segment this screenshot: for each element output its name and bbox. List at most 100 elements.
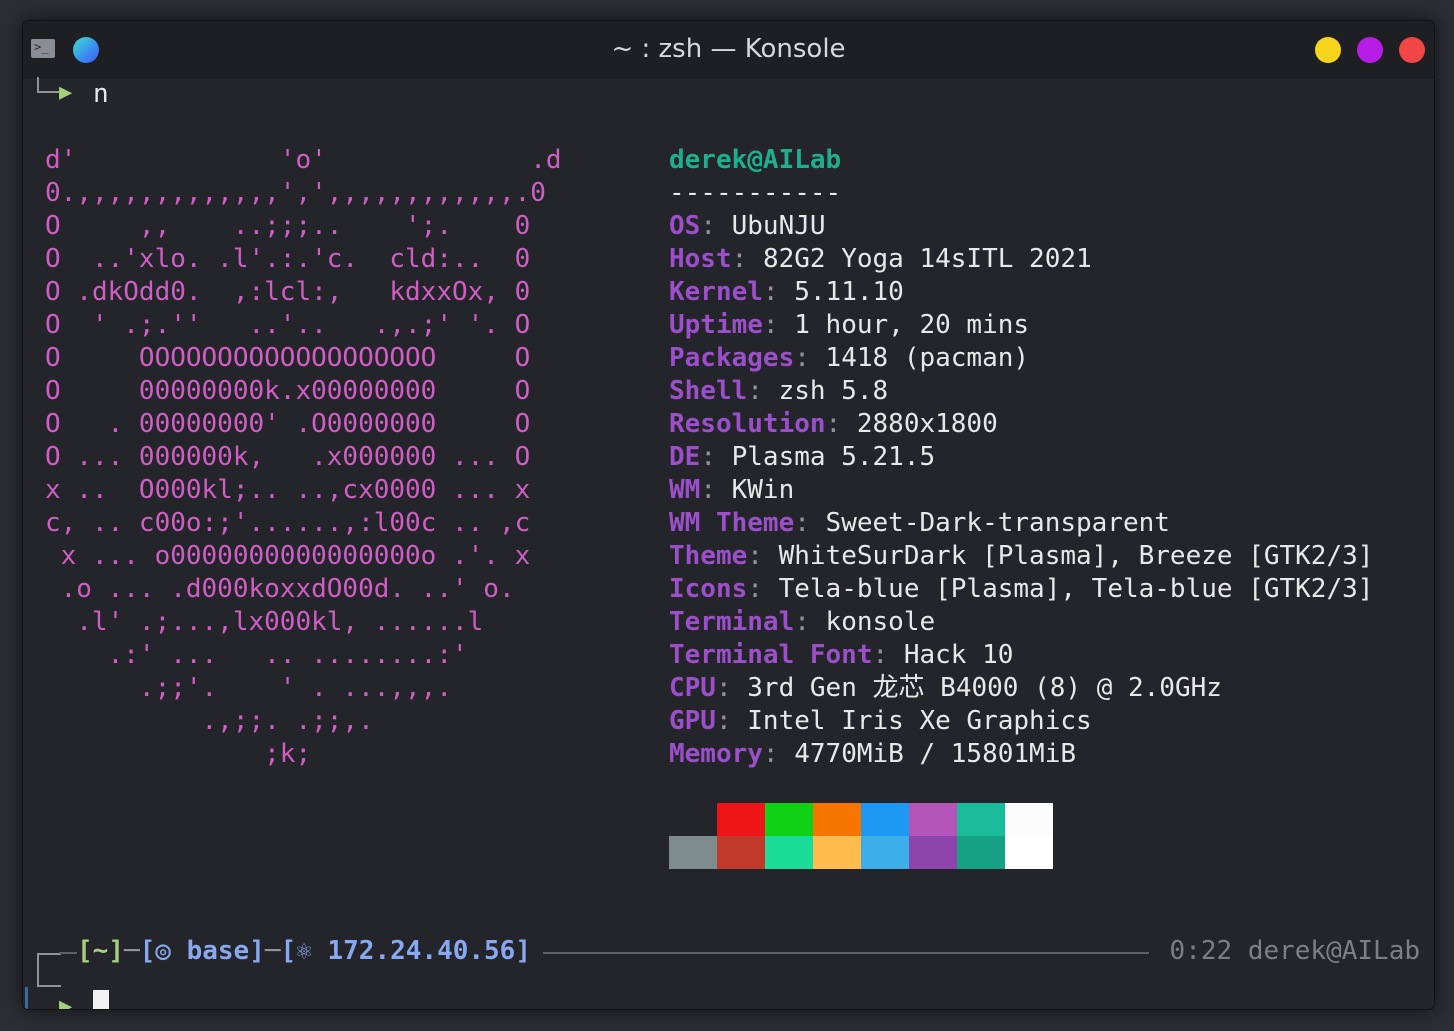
- info-value: 1 hour, 20 mins: [794, 310, 1030, 340]
- ascii-logo-line: O ..'xlo. .l'.:.'c. cld:.. 0: [45, 244, 531, 274]
- color-swatch: [1005, 803, 1053, 836]
- info-key: Kernel: [669, 277, 763, 307]
- title-bar[interactable]: >_ ~ : zsh — Konsole: [23, 21, 1434, 78]
- info-row: Uptime: 1 hour, 20 mins: [669, 310, 1030, 340]
- info-key: Resolution: [669, 409, 826, 439]
- ascii-logo-line: x .. O000kl;.. ..,cx0000 ... x: [45, 475, 531, 505]
- info-key: Icons: [669, 574, 748, 604]
- info-row: Theme: WhiteSurDark [Plasma], Breeze [GT…: [669, 541, 1374, 571]
- info-value: KWin: [731, 475, 795, 505]
- info-value: 2880x1800: [856, 409, 998, 439]
- window-title: ~ : zsh — Konsole: [611, 34, 846, 64]
- info-key: Memory: [669, 739, 763, 769]
- env-text: base: [186, 936, 250, 966]
- info-row: Terminal Font: Hack 10: [669, 640, 1014, 670]
- info-row: Icons: Tela-blue [Plasma], Tela-blue [GT…: [669, 574, 1374, 604]
- dir-text: ~: [92, 936, 109, 966]
- info-row: Shell: zsh 5.8: [669, 376, 889, 406]
- ascii-logo-line: O ... 000000k, .x000000 ... O: [45, 442, 531, 472]
- ascii-logo-line: O .dkOdd0. ,:lcl:, kdxxOx, 0: [45, 277, 531, 307]
- color-swatch: [669, 836, 717, 869]
- env-segment: [◎ base]: [139, 936, 265, 966]
- color-swatch: [909, 803, 957, 836]
- info-value: 5.11.10: [794, 277, 904, 307]
- prompt-corner-bottom: [37, 953, 61, 987]
- ascii-logo-line: .:' ... .. ........:': [45, 640, 468, 670]
- ascii-logo-line: c, .. c00o:;'......,:l00c .. ,c: [45, 508, 531, 538]
- color-swatch: [813, 803, 861, 836]
- conda-icon: ◎: [155, 936, 171, 966]
- info-row: Host: 82G2 Yoga 14sITL 2021: [669, 244, 1092, 274]
- prompt-segments: [~]─[◎ base]─[⚛ 172.24.40.56]: [77, 936, 531, 966]
- info-value: konsole: [825, 607, 936, 637]
- info-value: WhiteSurDark [Plasma], Breeze [GTK2/3]: [778, 541, 1374, 571]
- info-key: OS: [669, 211, 701, 241]
- color-swatch: [909, 836, 957, 869]
- info-separator: -----------: [669, 178, 842, 208]
- ascii-logo-line: ;k;: [45, 739, 312, 769]
- ascii-logo-line: O ' .;.'' ..'.. .,.;' '. O: [45, 310, 531, 340]
- info-value: UbuNJU: [731, 211, 826, 241]
- info-value: Tela-blue [Plasma], Tela-blue [GTK2/3]: [778, 574, 1374, 604]
- terminal-area[interactable]: ▶ n d' 'o' .d 0.,,,,,,,,,,,,,',',,,,,,,,,…: [23, 77, 1434, 1009]
- info-key: CPU: [669, 673, 716, 703]
- color-swatch: [717, 803, 765, 836]
- color-swatch: [717, 836, 765, 869]
- ascii-logo-line: .,;;. .;;,.: [45, 706, 374, 736]
- info-row: DE: Plasma 5.21.5: [669, 442, 936, 472]
- prompt-rule-right: [543, 952, 1149, 954]
- maximize-button[interactable]: [1357, 37, 1383, 63]
- info-value: zsh 5.8: [778, 376, 889, 406]
- info-key: WM: [669, 475, 701, 505]
- prompt-arrow-icon: ▶: [59, 80, 73, 105]
- info-row: WM: KWin: [669, 475, 795, 505]
- color-swatch: [765, 836, 813, 869]
- info-row: Resolution: 2880x1800: [669, 409, 998, 439]
- network-icon: ⚛: [296, 936, 312, 966]
- prompt-rule-left: [59, 952, 77, 954]
- text-cursor[interactable]: [93, 990, 109, 1009]
- info-value: 1418 (pacman): [825, 343, 1030, 373]
- info-value: 4770MiB / 15801MiB: [794, 739, 1076, 769]
- color-swatch: [669, 803, 717, 836]
- ascii-logo-line: O ,, ..;;;.. ';. 0: [45, 211, 531, 241]
- info-row: CPU: 3rd Gen 龙芯 B4000 (8) @ 2.0GHz: [669, 673, 1222, 703]
- ascii-logo-line: O OOOOOOOOOOOOOOOOOOO O: [45, 343, 531, 373]
- konsole-window: >_ ~ : zsh — Konsole ▶ n d' 'o' .d 0.,,,,…: [22, 20, 1435, 1010]
- prompt-input-arrow-icon: ▶: [59, 994, 73, 1010]
- info-row: GPU: Intel Iris Xe Graphics: [669, 706, 1092, 736]
- minimize-button[interactable]: [1315, 37, 1341, 63]
- ascii-logo-line: 0.,,,,,,,,,,,,,',',,,,,,,,,,,,.0: [45, 178, 546, 208]
- info-key: Terminal: [669, 607, 795, 637]
- info-key: Packages: [669, 343, 795, 373]
- info-value: Hack 10: [903, 640, 1014, 670]
- info-header: derek@AILab: [669, 145, 842, 175]
- info-row: Kernel: 5.11.10: [669, 277, 904, 307]
- close-button[interactable]: [1399, 37, 1425, 63]
- ascii-logo-line: .o ... .d000koxxdO00d. ..' o.: [45, 574, 515, 604]
- ascii-logo-line: x ... o0000000000000000o .'. x: [45, 541, 531, 571]
- color-swatch: [957, 803, 1005, 836]
- ip-text: 172.24.40.56: [327, 936, 516, 966]
- info-key: Host: [669, 244, 732, 274]
- info-row: OS: UbuNJU: [669, 211, 826, 241]
- info-key: Terminal Font: [669, 640, 873, 670]
- prompt-status: 0:22 derek@AILab: [1169, 936, 1420, 966]
- info-value: 3rd Gen 龙芯 B4000 (8) @ 2.0GHz: [747, 673, 1222, 703]
- color-swatch: [861, 803, 909, 836]
- info-row: Packages: 1418 (pacman): [669, 343, 1030, 373]
- ascii-logo-line: .l' .;...,lx000kl, ......l: [45, 607, 484, 637]
- color-swatch: [813, 836, 861, 869]
- info-value: Intel Iris Xe Graphics: [747, 706, 1092, 736]
- info-key: Uptime: [669, 310, 763, 340]
- info-row: WM Theme: Sweet-Dark-transparent: [669, 508, 1170, 538]
- previous-command: n: [93, 79, 109, 109]
- color-swatch: [861, 836, 909, 869]
- color-swatch: [1005, 836, 1053, 869]
- info-row: Memory: 4770MiB / 15801MiB: [669, 739, 1076, 769]
- info-key: WM Theme: [669, 508, 795, 538]
- info-key: Theme: [669, 541, 748, 571]
- info-value: 82G2 Yoga 14sITL 2021: [762, 244, 1092, 274]
- info-key: Shell: [669, 376, 748, 406]
- dir-segment: [~]: [77, 936, 124, 966]
